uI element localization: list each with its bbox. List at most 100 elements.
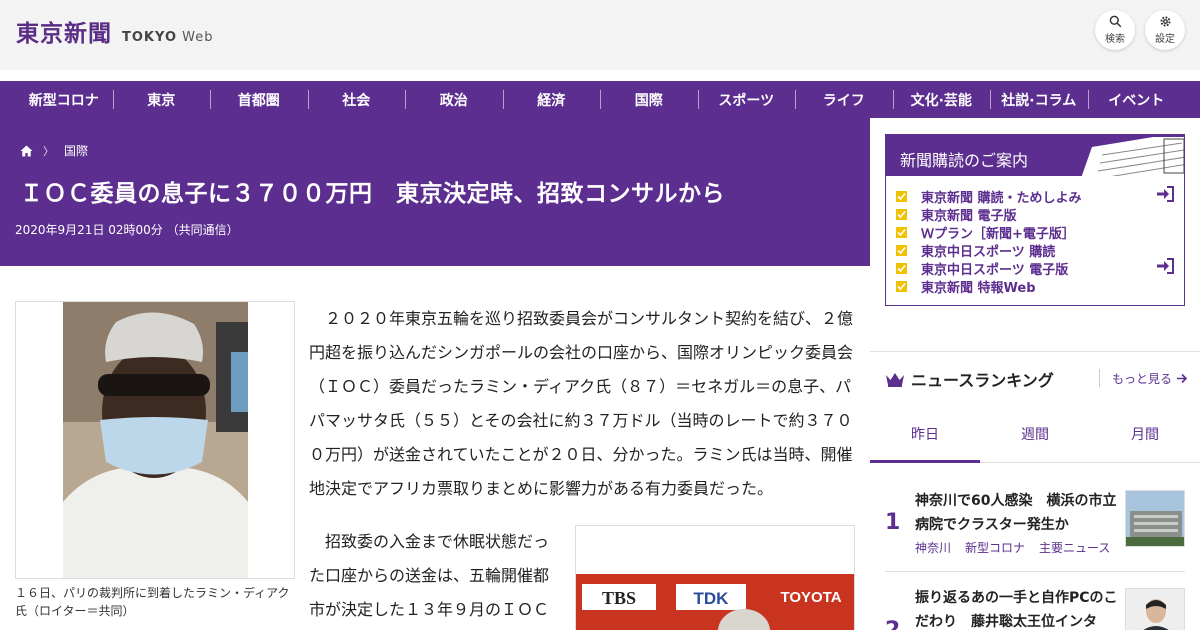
- subscription-item-label: 東京新聞 特報Web: [921, 280, 1036, 296]
- person-portrait-image: [1126, 589, 1184, 630]
- nav-item-culture[interactable]: 文化·芸能: [892, 81, 991, 118]
- crown-icon: [886, 372, 904, 387]
- tag-main-news[interactable]: 主要ニュース: [1039, 539, 1110, 556]
- tab-monthly[interactable]: 月間: [1090, 406, 1200, 462]
- subscription-item[interactable]: 東京中日スポーツ 購読: [896, 241, 1174, 260]
- nav-item-events[interactable]: イベント: [1087, 81, 1186, 118]
- subscription-item-label: 東京中日スポーツ 電子版: [921, 262, 1069, 278]
- sign-in-icon[interactable]: [1156, 258, 1174, 274]
- article-photo-secondary[interactable]: TBS TDK TOYOTA: [575, 525, 855, 630]
- breadcrumb: 〉 国際: [20, 142, 88, 159]
- hospital-building-image: [1126, 491, 1184, 546]
- ranking-item-tags: 神奈川 新型コロナ 主要ニュース: [915, 539, 1110, 556]
- ranking-item-1[interactable]: 1 神奈川で60人感染 横浜の市立病院でクラスター発生か 神奈川 新型コロナ 主…: [885, 487, 1185, 567]
- ranking-more-link[interactable]: もっと見る: [1099, 369, 1188, 387]
- article-line: 円超を振り込んだシンガポールの会社の口座から、国際オリンピック委員会: [309, 343, 854, 362]
- ranking-tabs: 昨日 週間 月間: [870, 406, 1200, 463]
- article-title: ＩＯＣ委員の息子に３７００万円 東京決定時、招致コンサルから: [20, 181, 725, 207]
- photo-caption: １６日、パリの裁判所に到着したラミン・ディアク氏（ロイター＝共同）: [15, 586, 290, 618]
- chevron-right-icon: 〉: [43, 144, 54, 158]
- sponsor-tbs: TBS: [602, 588, 636, 608]
- tag-corona[interactable]: 新型コロナ: [965, 539, 1025, 556]
- ranking-divider: [885, 571, 1185, 572]
- tab-yesterday[interactable]: 昨日: [870, 406, 980, 463]
- nav-item-corona[interactable]: 新型コロナ: [15, 81, 113, 118]
- global-nav: 新型コロナ 東京 首都圏 社会 政治 経済 国際 スポーツ ライフ 文化·芸能 …: [0, 81, 1200, 118]
- logo-english: TOKYO Web: [122, 30, 213, 45]
- nav-item-economy[interactable]: 経済: [502, 81, 601, 118]
- subscription-list: 東京新聞 購読・ためしよみ 東京新聞 電子版 Ｗプラン［新聞+電子版］ 東京中日…: [886, 176, 1184, 296]
- ranking-title: ニュースランキング: [885, 367, 1054, 391]
- check-icon: [896, 244, 907, 256]
- check-icon: [896, 226, 907, 238]
- breadcrumb-category[interactable]: 国際: [64, 142, 88, 159]
- sponsor-toyota: TOYOTA: [780, 589, 841, 606]
- settings-button[interactable]: 設定: [1145, 10, 1185, 50]
- subscription-item-label: Ｗプラン［新聞+電子版］: [921, 226, 1075, 242]
- subscription-item[interactable]: 東京新聞 購読・ためしよみ: [896, 186, 1174, 206]
- newspaper-icon: [1081, 137, 1184, 176]
- article-line: ０万円）が送金されていたことが２０日、分かった。ラミン氏は当時、開催: [309, 445, 853, 464]
- subscription-item-label: 東京新聞 購読・ためしよみ: [921, 190, 1082, 206]
- nav-item-editorial[interactable]: 社説·コラム: [990, 81, 1088, 118]
- subscription-item[interactable]: Ｗプラン［新聞+電子版］: [896, 223, 1174, 242]
- check-icon: [896, 262, 907, 274]
- logo-english-light: Web: [182, 30, 214, 45]
- sign-in-icon[interactable]: [1156, 186, 1174, 202]
- site-header: 東京新聞 TOKYO Web 検索 設定: [0, 0, 1200, 70]
- arrow-right-icon: [1177, 373, 1188, 383]
- tag-kanagawa[interactable]: 神奈川: [915, 539, 951, 556]
- article-hero: 〉 国際 ＩＯＣ委員の息子に３７００万円 東京決定時、招致コンサルから 2020…: [0, 118, 870, 266]
- logo-japanese: 東京新聞: [16, 20, 112, 47]
- article-line: パマッサタ氏（５５）とその会社に約３７万ドル（当時のレートで約３７０: [309, 411, 853, 430]
- ranking-title-text: ニュースランキング: [911, 371, 1054, 390]
- nav-item-international[interactable]: 国際: [600, 81, 698, 118]
- subscription-item[interactable]: 東京新聞 電子版: [896, 205, 1174, 224]
- subscription-title: 新聞購読のご案内: [900, 151, 1029, 170]
- ranking-more-label: もっと見る: [1112, 371, 1173, 386]
- subscription-item[interactable]: 東京新聞 特報Web: [896, 277, 1174, 296]
- ranking-item-title[interactable]: 振り返るあの一手と自作PCのこだわり 藤井聡太王位インタ: [915, 586, 1120, 630]
- search-button[interactable]: 検索: [1095, 10, 1135, 50]
- nav-item-sports[interactable]: スポーツ: [697, 81, 796, 118]
- logo-english-bold: TOKYO: [122, 30, 177, 45]
- nav-item-tokyo[interactable]: 東京: [112, 81, 211, 118]
- photo-portrait-image: [63, 302, 248, 578]
- subscription-box: 新聞購読のご案内 東京新聞 購読・ためしよみ 東京新聞 電子版 Ｗプラン［新聞+…: [885, 134, 1185, 306]
- search-label: 検索: [1105, 34, 1125, 45]
- nav-item-society[interactable]: 社会: [307, 81, 406, 118]
- subscription-header: 新聞購読のご案内: [886, 135, 1184, 176]
- article-body: 招致委の入金まで休眠状態だっ た口座からの送金は、五輪開催都 市が決定した１３年…: [309, 525, 554, 627]
- home-icon[interactable]: [20, 145, 33, 157]
- article-line: 市が決定した１３年９月のＩＯＣ: [309, 600, 550, 619]
- article-line: た口座からの送金は、五輪開催都: [309, 566, 550, 585]
- ranking-item-thumbnail[interactable]: [1125, 490, 1185, 547]
- ranking-number: 2: [885, 618, 900, 630]
- ranking-item-title[interactable]: 神奈川で60人感染 横浜の市立病院でクラスター発生か: [915, 489, 1120, 537]
- site-logo[interactable]: 東京新聞 TOKYO Web: [16, 14, 213, 48]
- press-conference-image: TBS TDK TOYOTA: [576, 526, 854, 630]
- check-icon: [896, 280, 907, 292]
- sponsor-tdk: TDK: [694, 589, 730, 608]
- check-icon: [896, 190, 907, 202]
- check-icon: [896, 208, 907, 220]
- ranking-item-2[interactable]: 2 振り返るあの一手と自作PCのこだわり 藤井聡太王位インタ: [885, 586, 1185, 630]
- sidebar-divider: [870, 351, 1200, 352]
- article-lead: ２０２０年東京五輪を巡り招致委員会がコンサルタント契約を結び、２億 円超を振り込…: [309, 302, 857, 506]
- gear-icon: [1159, 16, 1171, 27]
- nav-item-metropolitan[interactable]: 首都圏: [210, 81, 308, 118]
- nav-item-politics[interactable]: 政治: [405, 81, 503, 118]
- ranking-number: 1: [885, 510, 901, 535]
- ranking-item-thumbnail[interactable]: [1125, 588, 1185, 630]
- subscription-item-label: 東京中日スポーツ 購読: [921, 244, 1056, 260]
- search-icon: [1109, 15, 1121, 28]
- settings-label: 設定: [1155, 34, 1175, 45]
- article-line: 地決定でアフリカ票取りまとめに影響力がある有力委員だった。: [309, 479, 774, 498]
- tab-weekly[interactable]: 週間: [980, 406, 1090, 462]
- article-dateline: 2020年9月21日 02時00分 （共同通信）: [15, 223, 239, 237]
- nav-item-life[interactable]: ライフ: [795, 81, 893, 118]
- article-line: ２０２０年東京五輪を巡り招致委員会がコンサルタント契約を結び、２億: [309, 309, 854, 328]
- subscription-item-label: 東京新聞 電子版: [921, 208, 1017, 224]
- subscription-item[interactable]: 東京中日スポーツ 電子版: [896, 258, 1174, 278]
- article-photo[interactable]: [15, 301, 295, 579]
